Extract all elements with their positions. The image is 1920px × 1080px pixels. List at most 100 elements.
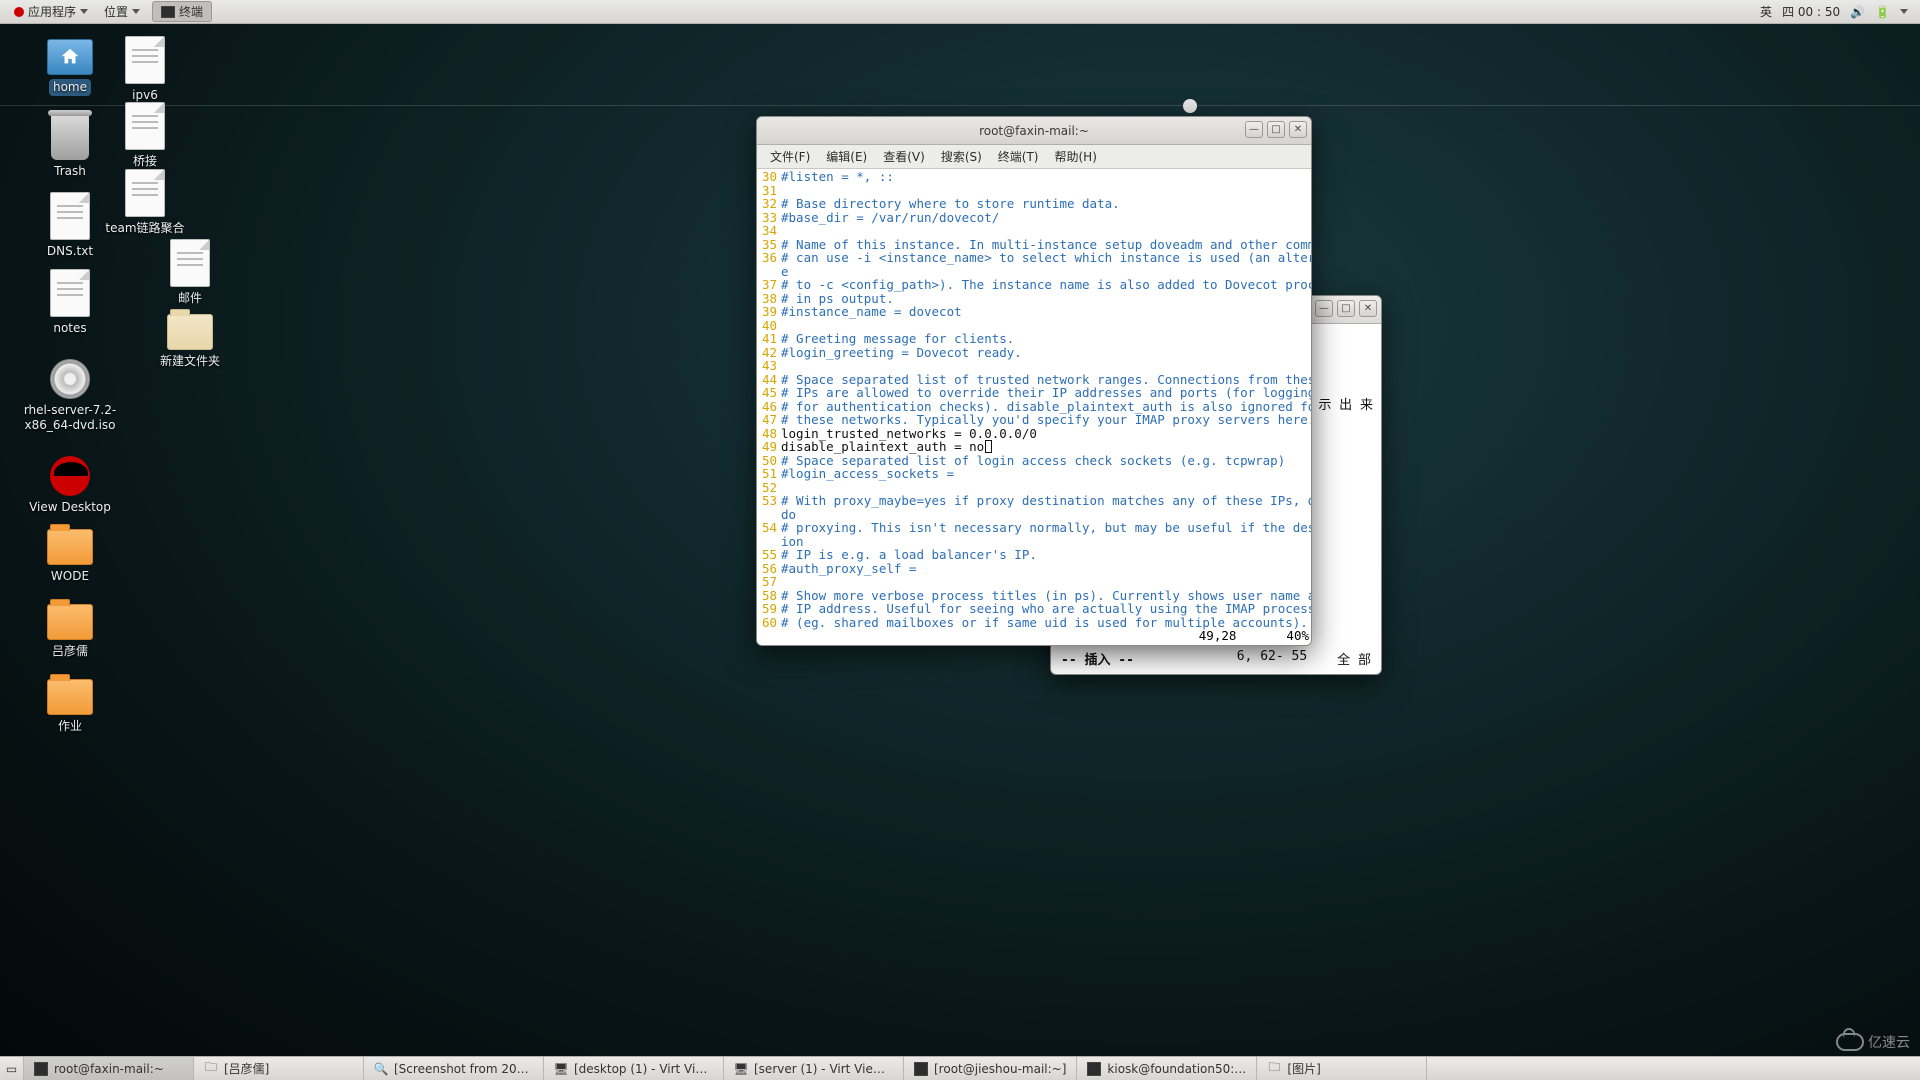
qiaojie-label: 桥接: [133, 154, 157, 169]
terminal-line: 55# IP is e.g. a load balancer's IP.: [759, 548, 1309, 562]
menu-view[interactable]: 查看(V): [876, 146, 932, 167]
terminal-icon: [1087, 1062, 1101, 1076]
bg-status-line: -- 插入 -- 6, 62- 55 全 部: [1051, 649, 1381, 668]
desktop-icon-view-desktop[interactable]: View Desktop: [20, 456, 120, 515]
terminal-line: 46# for authentication checks). disable_…: [759, 400, 1309, 414]
taskbar-item-screenshot[interactable]: 🔍 [Screenshot from 2017-05…: [364, 1057, 544, 1080]
active-window-button[interactable]: 终端: [152, 1, 212, 22]
desktop-icon-qiaojie[interactable]: 桥接: [95, 102, 195, 169]
terminal-line: 44# Space separated list of trusted netw…: [759, 373, 1309, 387]
desktop-icon-youjian[interactable]: 邮件: [140, 239, 240, 306]
line-content: # Name of this instance. In multi-instan…: [781, 238, 1311, 252]
taskbar-item-terminal[interactable]: root@faxin-mail:~: [24, 1057, 194, 1080]
vim-status-line: 49,2840%: [759, 629, 1309, 643]
minimize-button[interactable]: —: [1245, 121, 1263, 138]
desktop-icon-wode[interactable]: WODE: [20, 529, 120, 584]
taskbar-item-pictures[interactable]: 🗀 [图片]: [1257, 1057, 1427, 1080]
system-tray: 英 四 00 : 50 🔊 🔋: [1760, 3, 1914, 20]
places-label: 位置: [104, 3, 128, 20]
line-number: [759, 265, 781, 279]
line-content: #auth_proxy_self =: [781, 562, 916, 576]
window-titlebar[interactable]: root@faxin-mail:~ — □ ✕: [757, 117, 1311, 145]
desktop-icon-newfolder[interactable]: 新建文件夹: [140, 314, 240, 369]
terminal-body[interactable]: 30#listen = *, ::3132# Base directory wh…: [757, 169, 1311, 645]
taskbar-item-terminal-2[interactable]: [root@jieshou-mail:~]: [904, 1057, 1077, 1080]
desktop-icon-zuoye[interactable]: 作业: [20, 679, 120, 734]
desktop-icon-ipv6[interactable]: ipv6: [95, 36, 195, 103]
line-number: 48: [759, 427, 781, 441]
applications-menu[interactable]: 应用程序: [6, 0, 96, 23]
taskbar-item-files[interactable]: 🗀 [吕彦儒]: [194, 1057, 364, 1080]
ime-indicator[interactable]: 英: [1760, 3, 1772, 20]
terminal-line: 45# IPs are allowed to override their IP…: [759, 386, 1309, 400]
terminal-line: 51#login_access_sockets =: [759, 467, 1309, 481]
terminal-line: 48login_trusted_networks = 0.0.0.0/0: [759, 427, 1309, 441]
terminal-line: 31: [759, 184, 1309, 198]
line-number: 31: [759, 184, 781, 198]
terminal-line: 58# Show more verbose process titles (in…: [759, 589, 1309, 603]
terminal-line: 41# Greeting message for clients.: [759, 332, 1309, 346]
top-panel: 应用程序 位置 终端 英 四 00 : 50 🔊 🔋: [0, 0, 1920, 24]
line-content: # in ps output.: [781, 292, 894, 306]
iso-label: rhel-server-7.2-x86_64-dvd.iso: [20, 403, 120, 433]
desktop-icon-notes[interactable]: notes: [20, 269, 120, 336]
line-content: # Space separated list of trusted networ…: [781, 373, 1311, 387]
menu-terminal[interactable]: 终端(T): [991, 146, 1046, 167]
line-number: 57: [759, 575, 781, 589]
taskbar-item-virt-server[interactable]: 🖥 [server (1) - Virt Viewer]: [724, 1057, 904, 1080]
line-content: # to -c <config_path>). The instance nam…: [781, 278, 1311, 292]
volume-icon[interactable]: 🔊: [1850, 5, 1865, 19]
line-number: 32: [759, 197, 781, 211]
desktop-icon-iso[interactable]: rhel-server-7.2-x86_64-dvd.iso: [20, 359, 120, 433]
ipv6-label: ipv6: [132, 88, 158, 103]
line-number: 30: [759, 170, 781, 184]
desktop-icon-lvyanru[interactable]: 吕彦儒: [20, 604, 120, 659]
bg-pos: 6, 62- 55: [1237, 649, 1307, 668]
terminal-line: 34: [759, 224, 1309, 238]
terminal-line: 30#listen = *, ::: [759, 170, 1309, 184]
terminal-menubar: 文件(F) 编辑(E) 查看(V) 搜索(S) 终端(T) 帮助(H): [757, 145, 1311, 169]
clock[interactable]: 四 00 : 50: [1782, 3, 1840, 20]
line-number: 49: [759, 440, 781, 454]
terminal-window[interactable]: root@faxin-mail:~ — □ ✕ 文件(F) 编辑(E) 查看(V…: [756, 116, 1312, 646]
line-number: 58: [759, 589, 781, 603]
maximize-button[interactable]: □: [1337, 300, 1355, 317]
menu-file[interactable]: 文件(F): [763, 146, 817, 167]
line-content: # IPs are allowed to override their IP a…: [781, 386, 1311, 400]
bg-all: 全 部: [1337, 649, 1371, 668]
menu-help[interactable]: 帮助(H): [1048, 146, 1104, 167]
terminal-line: do: [759, 508, 1309, 522]
line-number: 40: [759, 319, 781, 333]
menu-search[interactable]: 搜索(S): [934, 146, 989, 167]
line-number: 42: [759, 346, 781, 360]
line-content: #base_dir = /var/run/dovecot/: [781, 211, 999, 225]
notes-label: notes: [53, 321, 86, 336]
terminal-line: 38# in ps output.: [759, 292, 1309, 306]
taskbar-item-virt-desktop[interactable]: 🖥 [desktop (1) - Virt Viewer]: [544, 1057, 724, 1080]
places-menu[interactable]: 位置: [96, 0, 148, 23]
close-button[interactable]: ✕: [1289, 121, 1307, 138]
line-number: 41: [759, 332, 781, 346]
task-label: [server (1) - Virt Viewer]: [754, 1062, 893, 1076]
menu-edit[interactable]: 编辑(E): [819, 146, 874, 167]
battery-icon[interactable]: 🔋: [1875, 5, 1890, 19]
taskbar-item-terminal-3[interactable]: kiosk@foundation50:~/桌面: [1077, 1057, 1257, 1080]
terminal-line: 52: [759, 481, 1309, 495]
line-content: #login_access_sockets =: [781, 467, 954, 481]
folder-icon: [47, 529, 93, 565]
user-menu-icon[interactable]: [1900, 9, 1908, 14]
task-label: kiosk@foundation50:~/桌面: [1107, 1060, 1246, 1077]
minimize-button[interactable]: —: [1315, 300, 1333, 317]
desktop-icon-team[interactable]: team链路聚合: [95, 169, 195, 236]
terminal-line: 32# Base directory where to store runtim…: [759, 197, 1309, 211]
chevron-down-icon: [80, 9, 88, 14]
line-number: 55: [759, 548, 781, 562]
files-icon: 🗀: [204, 1062, 218, 1076]
terminal-line: e: [759, 265, 1309, 279]
close-button[interactable]: ✕: [1359, 300, 1377, 317]
line-number: 35: [759, 238, 781, 252]
maximize-button[interactable]: □: [1267, 121, 1285, 138]
show-desktop-button[interactable]: ▭: [0, 1057, 24, 1080]
view-desktop-label: View Desktop: [29, 500, 111, 515]
cloud-icon: [1836, 1033, 1864, 1051]
